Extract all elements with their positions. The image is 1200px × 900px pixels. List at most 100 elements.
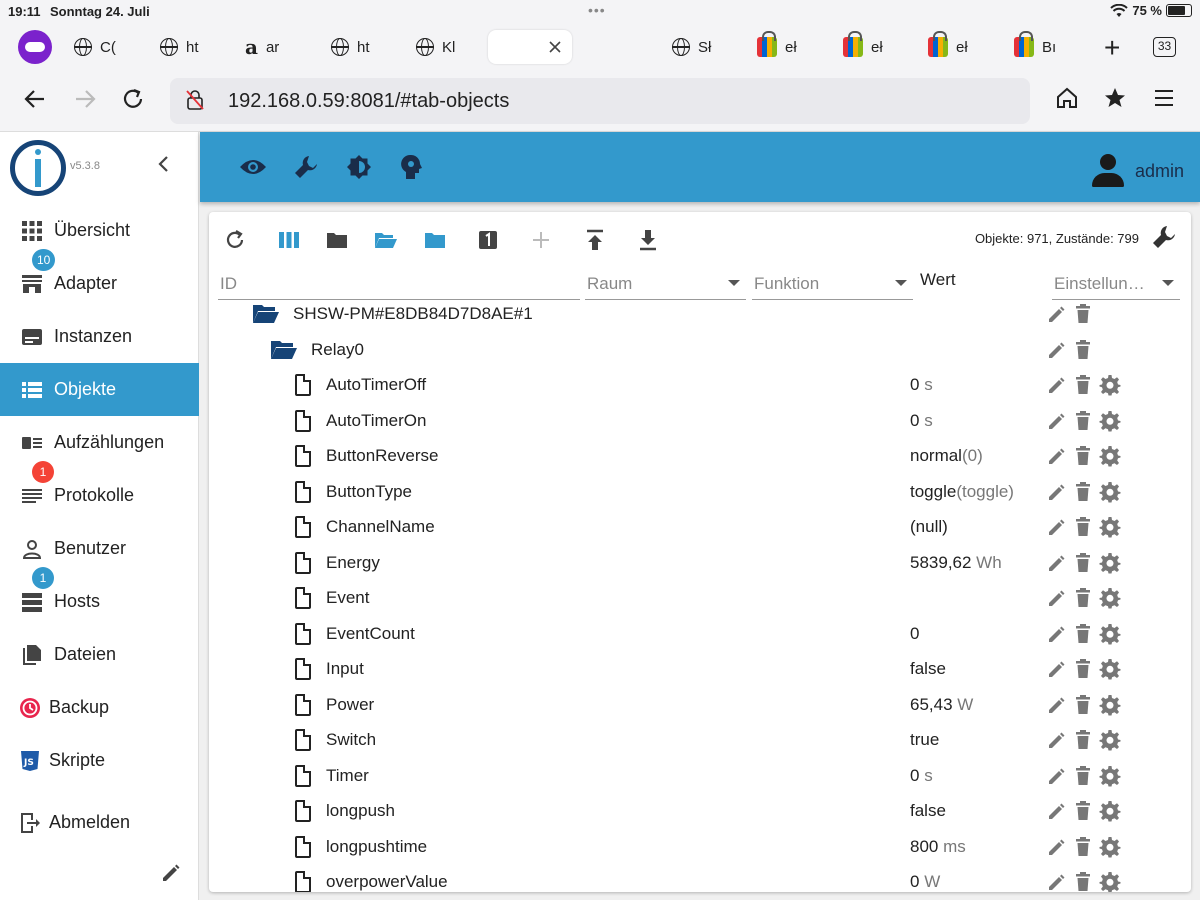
tab-9[interactable]: eł xyxy=(843,30,883,64)
state-row[interactable]: ButtonReverse normal(0) xyxy=(209,439,1191,474)
state-row[interactable]: Event xyxy=(209,581,1191,616)
sidebar-item-instanzen[interactable]: Instanzen xyxy=(0,310,199,363)
delete-button[interactable] xyxy=(1071,835,1095,859)
tab-7[interactable]: Sł xyxy=(672,30,711,64)
private-browsing-button[interactable] xyxy=(18,30,52,64)
settings-button[interactable] xyxy=(1098,409,1122,433)
edit-button[interactable] xyxy=(1045,444,1069,468)
multitasking-dots-icon[interactable]: ••• xyxy=(588,2,606,18)
object-value[interactable]: true xyxy=(910,730,939,750)
delete-button[interactable] xyxy=(1071,622,1095,646)
edit-button[interactable] xyxy=(1045,373,1069,397)
delete-button[interactable] xyxy=(1071,338,1095,362)
state-row[interactable]: longpushtime 800 ms xyxy=(209,830,1191,865)
state-row[interactable]: AutoTimerOff 0 s xyxy=(209,368,1191,403)
delete-button[interactable] xyxy=(1071,728,1095,752)
sidebar-item-benutzer[interactable]: Benutzer xyxy=(0,522,199,575)
object-value[interactable]: 0 s xyxy=(910,411,933,431)
bookmarks-button[interactable] xyxy=(1103,86,1127,117)
eye-button[interactable] xyxy=(238,152,268,182)
settings-button[interactable] xyxy=(1098,622,1122,646)
edit-button[interactable] xyxy=(1045,799,1069,823)
delete-button[interactable] xyxy=(1071,480,1095,504)
settings-button[interactable] xyxy=(1098,586,1122,610)
settings-filter-select[interactable]: Einstellun… xyxy=(1052,270,1180,300)
edit-button[interactable] xyxy=(1045,657,1069,681)
sidebar-item-objekte[interactable]: Objekte xyxy=(0,363,199,416)
sidebar-item-aufzählungen[interactable]: Aufzählungen xyxy=(0,416,199,469)
state-row[interactable]: longpush false xyxy=(209,794,1191,829)
delete-button[interactable] xyxy=(1071,657,1095,681)
edit-button[interactable] xyxy=(1045,338,1069,362)
settings-button[interactable] xyxy=(1098,657,1122,681)
edit-button[interactable] xyxy=(1045,551,1069,575)
delete-button[interactable] xyxy=(1071,409,1095,433)
state-row[interactable]: AutoTimerOn 0 s xyxy=(209,404,1191,439)
edit-button[interactable] xyxy=(1045,764,1069,788)
settings-button[interactable] xyxy=(1098,693,1122,717)
settings-button[interactable] xyxy=(1098,764,1122,788)
home-button[interactable] xyxy=(1055,86,1079,117)
settings-button[interactable] xyxy=(1098,515,1122,539)
object-value[interactable]: 5839,62 Wh xyxy=(910,553,1002,573)
settings-button[interactable] xyxy=(1098,799,1122,823)
edit-button[interactable] xyxy=(1045,622,1069,646)
tab-2[interactable]: ht xyxy=(160,30,199,64)
delete-button[interactable] xyxy=(1071,870,1095,892)
folder-open-icon[interactable] xyxy=(252,303,280,325)
delete-button[interactable] xyxy=(1071,302,1095,326)
delete-button[interactable] xyxy=(1071,551,1095,575)
tab-11[interactable]: Bı xyxy=(1014,30,1056,64)
theme-button[interactable] xyxy=(344,152,374,182)
state-row[interactable]: Switch true xyxy=(209,723,1191,758)
settings-button[interactable] xyxy=(1098,870,1122,892)
tab-5[interactable]: Kl xyxy=(416,30,455,64)
collapse-sidebar-button[interactable] xyxy=(156,154,170,180)
upload-button[interactable] xyxy=(583,228,607,252)
refresh-button[interactable] xyxy=(223,228,247,252)
close-icon[interactable] xyxy=(548,40,562,54)
settings-button[interactable] xyxy=(1098,551,1122,575)
folder-open-icon[interactable] xyxy=(270,339,298,361)
delete-button[interactable] xyxy=(1071,444,1095,468)
state-row[interactable]: Input false xyxy=(209,652,1191,687)
sidebar-item-übersicht[interactable]: Übersicht xyxy=(0,204,199,257)
download-button[interactable] xyxy=(636,228,660,252)
forward-button[interactable] xyxy=(72,86,98,119)
settings-button[interactable] xyxy=(1098,728,1122,752)
state-row[interactable]: ChannelName (null) xyxy=(209,510,1191,545)
expand-one-level-button[interactable] xyxy=(423,228,447,252)
settings-button[interactable] xyxy=(1098,835,1122,859)
object-value[interactable]: normal(0) xyxy=(910,446,983,466)
object-value[interactable]: false xyxy=(910,801,946,821)
expert-head-button[interactable] xyxy=(397,152,427,182)
tab-6[interactable] xyxy=(488,30,572,64)
sidebar-item-abmelden[interactable]: Abmelden xyxy=(0,796,199,849)
delete-button[interactable] xyxy=(1071,799,1095,823)
object-value[interactable]: toggle(toggle) xyxy=(910,482,1014,502)
function-filter-select[interactable]: Funktion xyxy=(752,270,913,300)
state-row[interactable]: EventCount 0 xyxy=(209,617,1191,652)
reload-button[interactable] xyxy=(120,86,146,119)
sidebar-item-dateien[interactable]: Dateien xyxy=(0,628,199,681)
edit-button[interactable] xyxy=(1045,728,1069,752)
object-value[interactable]: 65,43 W xyxy=(910,695,973,715)
delete-button[interactable] xyxy=(1071,586,1095,610)
depth-level-button[interactable] xyxy=(476,228,500,252)
tab-1[interactable]: C( xyxy=(74,30,116,64)
folder-row[interactable]: SHSW-PM#E8DB84D7D8AE#1 xyxy=(209,297,1191,332)
settings-button[interactable] xyxy=(1098,444,1122,468)
add-object-button[interactable] xyxy=(529,228,553,252)
sidebar-item-backup[interactable]: Backup xyxy=(0,681,199,734)
edit-button[interactable] xyxy=(1045,515,1069,539)
collapse-all-button[interactable] xyxy=(325,228,349,252)
sidebar-item-protokolle[interactable]: Protokolle 1 xyxy=(0,461,199,522)
back-button[interactable] xyxy=(22,86,48,119)
sidebar-item-adapter[interactable]: Adapter 10 xyxy=(0,249,199,310)
delete-button[interactable] xyxy=(1071,693,1095,717)
object-value[interactable]: 0 xyxy=(910,624,919,644)
tab-count-button[interactable]: 33 xyxy=(1153,37,1176,57)
delete-button[interactable] xyxy=(1071,515,1095,539)
edit-button[interactable] xyxy=(1045,693,1069,717)
folder-row[interactable]: Relay0 xyxy=(209,333,1191,368)
